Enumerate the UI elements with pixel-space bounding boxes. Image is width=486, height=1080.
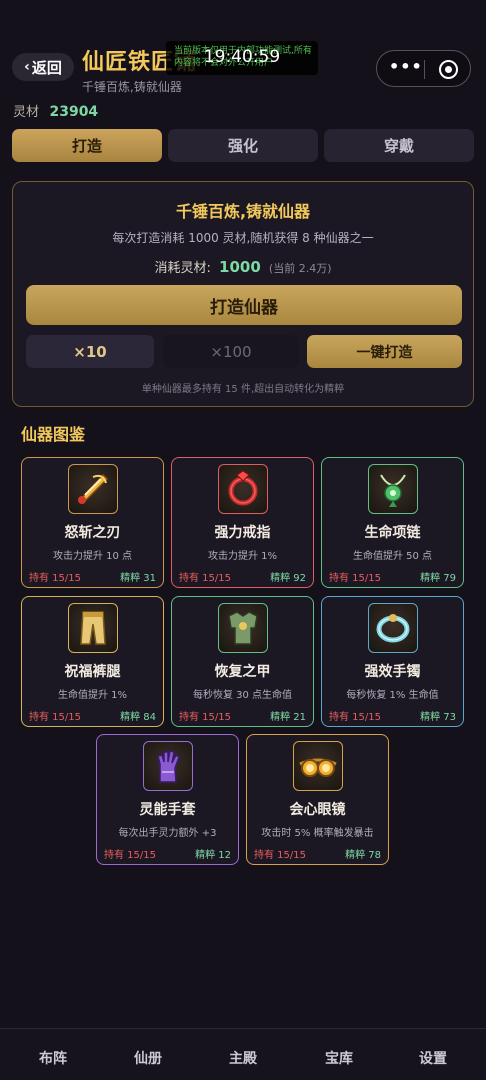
blade-icon (77, 473, 109, 504)
debug-notice-overlay: 当前版本仅用于内部功能测试,所有内容将不会对外公开用户 19:40:59 (166, 41, 318, 75)
item-effect: 每秒恢复 30 点生命值 (192, 690, 293, 701)
item-effect: 每秒恢复 1% 生命值 (346, 690, 439, 701)
item-name: 生命项链 (364, 525, 421, 541)
item-card[interactable]: 会心眼镜 攻击时 5% 概率触发暴击 持有 15/15 精粹 78 (246, 734, 389, 865)
item-card[interactable]: 恢复之甲 每秒恢复 30 点生命值 持有 15/15 精粹 21 (171, 596, 314, 727)
currency-value: 23904 (49, 104, 99, 120)
ring-icon (228, 470, 258, 506)
item-essence: 精粹 31 (120, 573, 156, 584)
item-effect: 攻击时 5% 概率触发暴击 (261, 828, 374, 839)
more-icon[interactable]: ••• (389, 57, 422, 76)
cost-value: 1000 (219, 258, 261, 276)
tab-equip[interactable]: 穿戴 (324, 129, 474, 162)
forge-button[interactable]: 打造仙器 (26, 285, 462, 325)
item-held: 持有 15/15 (179, 573, 231, 584)
cost-label: 消耗灵材: (154, 261, 211, 276)
item-essence: 精粹 73 (420, 712, 456, 723)
currency-display: 灵材 23904 (13, 101, 98, 120)
bracelet-icon (376, 614, 410, 643)
forge-panel: 千锤百炼,铸就仙器 每次打造消耗 1000 灵材,随机获得 8 种仙器之一 消耗… (12, 181, 474, 407)
cost-current: (当前 2.4万) (268, 262, 332, 275)
item-essence: 精粹 21 (270, 712, 306, 723)
forge-title: 千锤百炼,铸就仙器 (175, 202, 311, 221)
item-essence: 精粹 92 (270, 573, 306, 584)
tab-bar: 打造 强化 穿戴 (12, 129, 474, 162)
item-name: 会心眼镜 (289, 802, 346, 818)
chevron-left-icon: ‹ (24, 59, 30, 75)
forge-x10-button[interactable]: ×10 (26, 335, 154, 368)
item-name: 灵能手套 (139, 802, 196, 818)
page-subtitle: 千锤百炼,铸就仙器 (82, 80, 182, 94)
item-icon-box (368, 464, 418, 514)
item-card[interactable]: 生命项链 生命值提升 50 点 持有 15/15 精粹 79 (321, 457, 464, 588)
mini-program-capsule: ••• (376, 50, 471, 87)
tab-enhance[interactable]: 强化 (168, 129, 318, 162)
item-essence: 精粹 78 (345, 850, 381, 861)
nav-item-register[interactable]: 仙册 (108, 1048, 188, 1068)
leggings-icon (80, 611, 106, 645)
item-card[interactable]: 祝福裤腿 生命值提升 1% 持有 15/15 精粹 84 (21, 596, 164, 727)
nav-item-settings[interactable]: 设置 (393, 1048, 473, 1068)
forge-cost: 消耗灵材: 1000 (当前 2.4万) (13, 257, 473, 276)
goggles-icon (299, 758, 337, 777)
forge-note: 单种仙器最多持有 15 件,超出自动转化为精粹 (141, 384, 345, 395)
item-card[interactable]: 怒斩之刃 攻击力提升 10 点 持有 15/15 精粹 31 (21, 457, 164, 588)
capsule-divider (424, 60, 425, 79)
item-held: 持有 15/15 (329, 573, 381, 584)
necklace-icon (380, 474, 406, 507)
item-effect: 每次出手灵力额外 +3 (118, 828, 217, 839)
tab-forge[interactable]: 打造 (12, 129, 162, 162)
item-effect: 生命值提升 1% (57, 690, 128, 701)
item-name: 恢复之甲 (214, 664, 271, 680)
nav-item-formation[interactable]: 布阵 (13, 1048, 93, 1068)
glove-icon (157, 750, 180, 783)
item-essence: 精粹 84 (120, 712, 156, 723)
top-bar: ‹ 返回 仙匠铁匠铺 千锤百炼,铸就仙器 当前版本仅用于内部功能测试,所有内容将… (0, 0, 486, 100)
clock: 19:40:59 (203, 47, 281, 67)
catalog-title: 仙器图鉴 (21, 425, 86, 444)
forge-description: 每次打造消耗 1000 灵材,随机获得 8 种仙器之一 (112, 231, 374, 245)
item-card[interactable]: 强力戒指 攻击力提升 1% 持有 15/15 精粹 92 (171, 457, 314, 588)
item-name: 强效手镯 (364, 664, 421, 680)
item-held: 持有 15/15 (179, 712, 231, 723)
item-card[interactable]: 强效手镯 每秒恢复 1% 生命值 持有 15/15 精粹 73 (321, 596, 464, 727)
item-name: 怒斩之刃 (64, 525, 121, 541)
back-label: 返回 (31, 58, 62, 77)
item-essence: 精粹 12 (195, 850, 231, 861)
forge-x100-button[interactable]: ×100 (163, 335, 299, 368)
forge-all-button[interactable]: 一键打造 (307, 335, 462, 368)
item-held: 持有 15/15 (29, 712, 81, 723)
item-held: 持有 15/15 (29, 573, 81, 584)
item-held: 持有 15/15 (329, 712, 381, 723)
item-name: 祝福裤腿 (64, 664, 121, 680)
item-name: 强力戒指 (214, 525, 271, 541)
item-icon-box (68, 464, 118, 514)
item-held: 持有 15/15 (104, 850, 156, 861)
currency-label: 灵材 (13, 105, 40, 120)
item-icon-box (218, 603, 268, 653)
item-card[interactable]: 灵能手套 每次出手灵力额外 +3 持有 15/15 精粹 12 (96, 734, 239, 865)
item-effect: 生命值提升 50 点 (352, 551, 433, 562)
armor-icon (228, 611, 258, 645)
close-target-icon[interactable] (439, 60, 458, 79)
item-icon-box (368, 603, 418, 653)
nav-item-treasury[interactable]: 宝库 (299, 1048, 379, 1068)
nav-item-main-hall[interactable]: 主殿 (203, 1048, 283, 1068)
item-effect: 攻击力提升 10 点 (52, 551, 133, 562)
item-icon-box (143, 741, 193, 791)
item-essence: 精粹 79 (420, 573, 456, 584)
item-held: 持有 15/15 (254, 850, 306, 861)
item-effect: 攻击力提升 1% (207, 551, 278, 562)
item-icon-box (218, 464, 268, 514)
item-icon-box (68, 603, 118, 653)
bottom-nav: 布阵 仙册 主殿 宝库 设置 (0, 1028, 486, 1080)
item-icon-box (293, 741, 343, 791)
back-button[interactable]: ‹ 返回 (12, 53, 74, 81)
